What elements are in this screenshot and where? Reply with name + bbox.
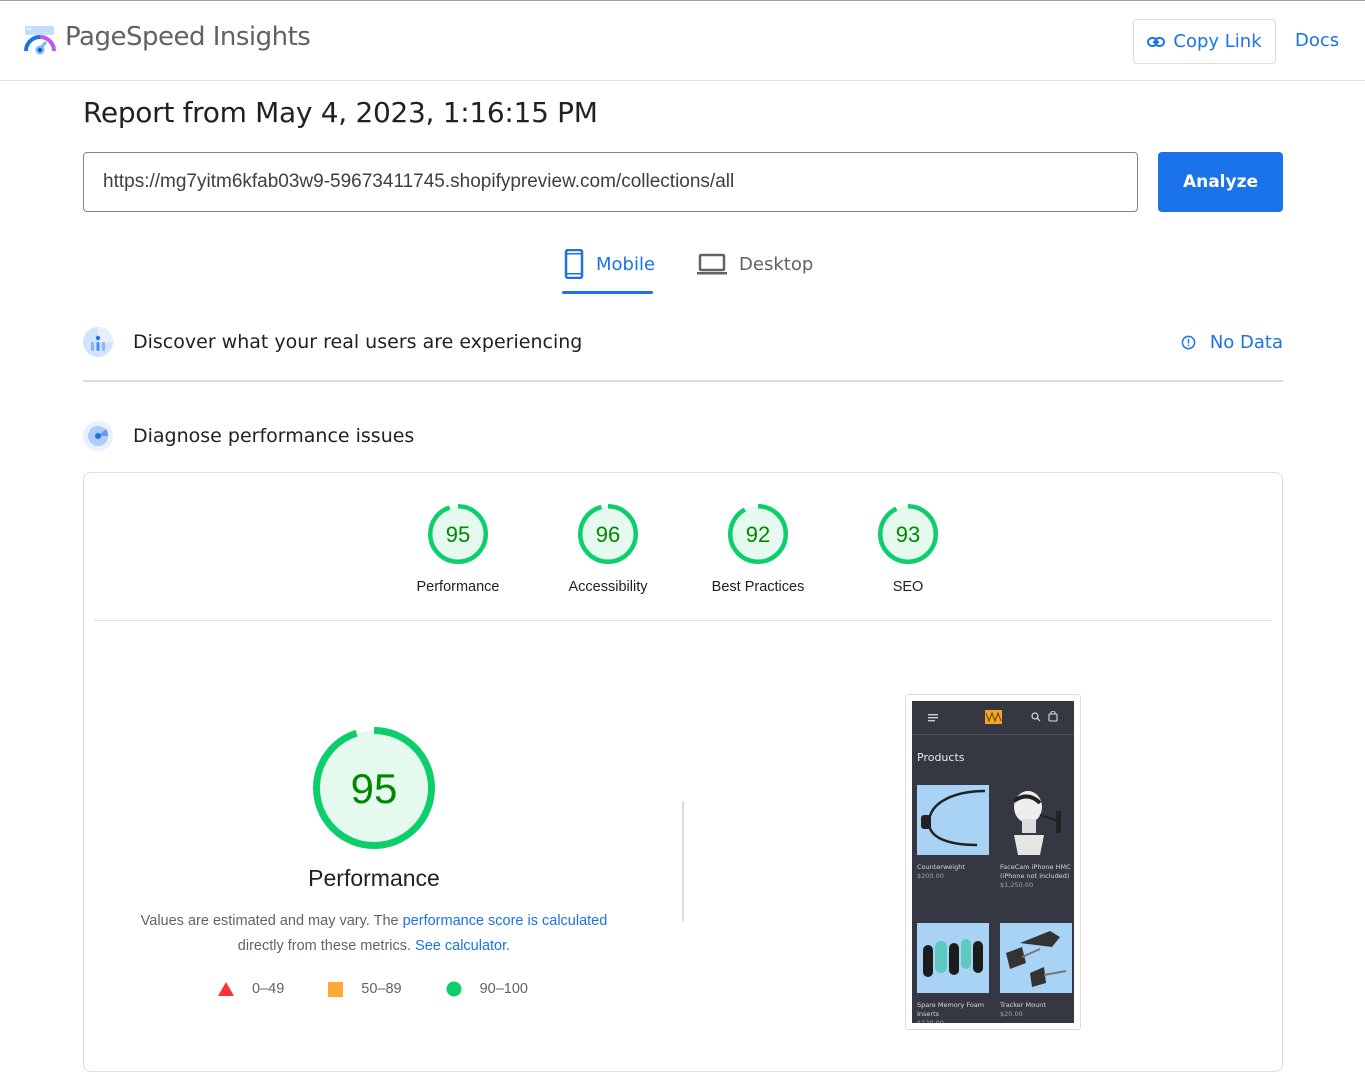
product-name: Spare Memory Foam Inserts bbox=[917, 1001, 985, 1018]
gauge-best-practices[interactable]: 92 Best Practices bbox=[683, 503, 833, 595]
main-score-label: Performance bbox=[308, 865, 440, 891]
gauge-label: Best Practices bbox=[711, 579, 805, 595]
gauge-score: 96 bbox=[596, 522, 620, 547]
score-legend: 0–49 50–89 90–100 bbox=[218, 981, 572, 997]
real-users-section[interactable]: Discover what your real users are experi… bbox=[83, 327, 1283, 357]
product-price: $200.00 bbox=[917, 872, 944, 880]
menu-icon bbox=[928, 714, 938, 722]
copy-link-button[interactable]: Copy Link bbox=[1133, 19, 1276, 64]
tab-desktop-label: Desktop bbox=[739, 253, 814, 275]
note-text: Values are estimated and may vary. The bbox=[140, 913, 403, 929]
info-icon bbox=[1181, 335, 1196, 349]
no-data-label: No Data bbox=[1209, 331, 1283, 353]
legend-pass: 90–100 bbox=[446, 981, 528, 997]
score-gauges: 95 Performance 96 Accessibility 92 Best … bbox=[84, 503, 1282, 595]
link-icon bbox=[1147, 36, 1166, 47]
panel-divider bbox=[94, 620, 1272, 621]
gauge-performance[interactable]: 95 Performance bbox=[383, 503, 533, 595]
users-icon bbox=[83, 327, 113, 357]
product-image bbox=[917, 785, 989, 855]
tab-mobile[interactable]: Mobile bbox=[560, 246, 657, 282]
legend-average: 50–89 bbox=[328, 981, 402, 997]
gauge-ring: 93 bbox=[878, 504, 938, 564]
diagnose-title: Diagnose performance issues bbox=[133, 425, 415, 447]
real-users-title: Discover what your real users are experi… bbox=[133, 331, 583, 353]
search-icon bbox=[1031, 712, 1041, 722]
legend-fail: 0–49 bbox=[218, 981, 284, 997]
product-price: $1,250.00 bbox=[1000, 881, 1034, 889]
app-title: PageSpeed Insights bbox=[65, 22, 311, 52]
preview-product: Spare Memory Foam Inserts $120.00 bbox=[917, 923, 989, 1023]
preview-product: Counterweight $200.00 bbox=[917, 785, 989, 881]
preview-product: Tracker Mount $20.00 bbox=[1000, 923, 1072, 1019]
red-triangle-icon bbox=[218, 982, 234, 996]
docs-link[interactable]: Docs bbox=[1295, 30, 1339, 51]
url-input[interactable] bbox=[83, 152, 1138, 212]
see-calculator-link[interactable]: See calculator. bbox=[415, 938, 510, 954]
product-image bbox=[917, 923, 989, 993]
no-data-status[interactable]: No Data bbox=[1181, 332, 1283, 353]
top-bar: PageSpeed Insights Copy Link Docs bbox=[0, 0, 1365, 81]
main-performance-gauge: 95 bbox=[313, 727, 435, 849]
page-screenshot[interactable]: Products Counterweight $200.00 FaceCam i… bbox=[905, 694, 1081, 1030]
preview-product: FaceCam iPhone HMC (iPhone not included)… bbox=[1000, 785, 1072, 890]
gauge-label: Accessibility bbox=[568, 579, 648, 595]
phone-preview: Products Counterweight $200.00 FaceCam i… bbox=[912, 701, 1074, 1023]
radar-icon bbox=[83, 421, 113, 451]
product-price: $20.00 bbox=[1000, 1010, 1023, 1018]
report-title: Report from May 4, 2023, 1:16:15 PM bbox=[83, 96, 598, 129]
product-name: FaceCam iPhone HMC (iPhone not included) bbox=[1000, 863, 1071, 880]
product-image bbox=[1000, 785, 1072, 855]
preview-header bbox=[912, 701, 1074, 735]
report-panel: 95 Performance 96 Accessibility 92 Best … bbox=[83, 472, 1283, 1072]
gauge-score: 95 bbox=[351, 765, 398, 812]
gauge-seo[interactable]: 93 SEO bbox=[833, 503, 983, 595]
copy-link-label: Copy Link bbox=[1173, 31, 1262, 52]
gauge-score: 95 bbox=[446, 522, 470, 547]
cart-icon bbox=[1048, 711, 1058, 722]
diagnose-section: Diagnose performance issues bbox=[83, 421, 1283, 451]
store-logo-icon bbox=[985, 710, 1002, 724]
score-calculated-link[interactable]: performance score is calculated bbox=[403, 913, 608, 929]
product-image bbox=[1000, 923, 1072, 993]
pagespeed-logo-icon[interactable] bbox=[24, 25, 56, 57]
device-tabs: Mobile Desktop bbox=[560, 246, 813, 296]
gauge-ring: 95 bbox=[428, 504, 488, 564]
active-tab-indicator bbox=[562, 291, 653, 294]
legend-range: 0–49 bbox=[252, 981, 285, 997]
laptop-icon bbox=[697, 253, 728, 275]
analyze-button[interactable]: Analyze bbox=[1158, 152, 1283, 212]
note-text-2: directly from these metrics. bbox=[237, 938, 416, 954]
product-name: Counterweight bbox=[917, 863, 965, 871]
score-note: Values are estimated and may vary. The p… bbox=[84, 909, 664, 959]
tab-mobile-label: Mobile bbox=[596, 253, 656, 275]
gauge-ring: 96 bbox=[578, 504, 638, 564]
preview-heading: Products bbox=[917, 751, 965, 764]
legend-range: 90–100 bbox=[479, 981, 528, 997]
gauge-label: Performance bbox=[416, 579, 500, 595]
gauge-score: 93 bbox=[896, 522, 920, 547]
tab-desktop[interactable]: Desktop bbox=[697, 246, 813, 282]
vertical-divider bbox=[682, 801, 684, 921]
gauge-label: SEO bbox=[892, 579, 924, 595]
gauge-ring: 92 bbox=[728, 504, 788, 564]
section-divider bbox=[83, 380, 1283, 382]
product-price: $120.00 bbox=[917, 1019, 944, 1023]
product-name: Tracker Mount bbox=[1000, 1001, 1046, 1009]
orange-square-icon bbox=[328, 981, 344, 997]
mobile-icon bbox=[564, 249, 584, 279]
gauge-accessibility[interactable]: 96 Accessibility bbox=[533, 503, 683, 595]
legend-range: 50–89 bbox=[361, 981, 402, 997]
green-circle-icon bbox=[446, 981, 462, 997]
gauge-score: 92 bbox=[746, 522, 770, 547]
